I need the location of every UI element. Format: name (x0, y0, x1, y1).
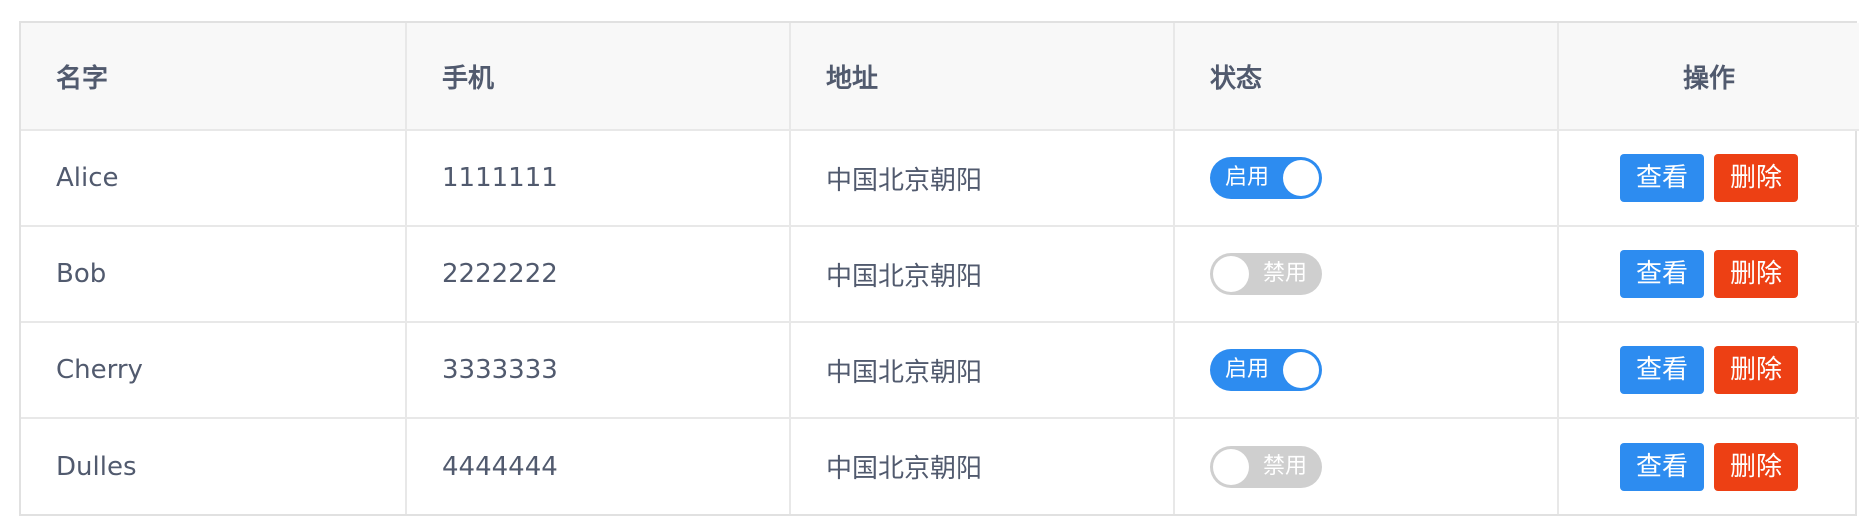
cell-status: 禁用 (1173, 225, 1559, 323)
column-header-address: 地址 (789, 23, 1175, 131)
status-toggle[interactable]: 禁用 (1210, 445, 1322, 488)
cell-actions: 查看 删除 (1557, 129, 1859, 227)
table-row: Alice 1111111 中国北京朝阳 启用 查看 删除 (21, 129, 1859, 227)
view-button[interactable]: 查看 (1619, 250, 1704, 298)
column-header-phone: 手机 (405, 23, 791, 131)
status-toggle[interactable]: 启用 (1210, 349, 1322, 391)
delete-button[interactable]: 删除 (1714, 154, 1799, 202)
cell-name: Cherry (21, 321, 407, 419)
cell-address: 中国北京朝阳 (789, 129, 1175, 227)
status-toggle-label: 禁用 (1262, 261, 1307, 286)
status-toggle[interactable]: 禁用 (1210, 253, 1322, 295)
column-header-actions: 操作 (1557, 23, 1859, 131)
cell-phone: 4444444 (405, 417, 791, 514)
status-toggle-label: 启用 (1225, 357, 1270, 382)
table-row: Bob 2222222 中国北京朝阳 禁用 查看 删除 (21, 225, 1859, 323)
user-table: 名字 手机 地址 状态 操作 Alice 1111111 中国北京朝阳 启用 查… (19, 21, 1859, 516)
cell-address: 中国北京朝阳 (789, 225, 1175, 323)
table-header-row: 名字 手机 地址 状态 操作 (21, 23, 1859, 131)
delete-button[interactable]: 删除 (1714, 442, 1799, 491)
cell-phone: 3333333 (405, 321, 791, 419)
toggle-knob (1283, 160, 1319, 196)
cell-phone: 2222222 (405, 225, 791, 323)
cell-status: 禁用 (1173, 417, 1559, 514)
view-button[interactable]: 查看 (1619, 346, 1704, 394)
cell-address: 中国北京朝阳 (789, 417, 1175, 514)
cell-actions: 查看 删除 (1557, 225, 1859, 323)
status-toggle[interactable]: 启用 (1210, 157, 1322, 199)
view-button[interactable]: 查看 (1619, 442, 1704, 491)
view-button[interactable]: 查看 (1619, 154, 1704, 202)
delete-button[interactable]: 删除 (1714, 250, 1799, 298)
table-row: Dulles 4444444 中国北京朝阳 禁用 查看 删除 (21, 417, 1859, 514)
cell-name: Bob (21, 225, 407, 323)
toggle-knob (1283, 352, 1319, 388)
cell-address: 中国北京朝阳 (789, 321, 1175, 419)
data-table: 名字 手机 地址 状态 操作 Alice 1111111 中国北京朝阳 启用 查… (21, 23, 1859, 514)
table-row: Cherry 3333333 中国北京朝阳 启用 查看 删除 (21, 321, 1859, 419)
toggle-knob (1213, 256, 1249, 292)
column-header-status: 状态 (1173, 23, 1559, 131)
cell-status: 启用 (1173, 129, 1559, 227)
toggle-knob (1213, 448, 1249, 485)
cell-name: Dulles (21, 417, 407, 514)
cell-actions: 查看 删除 (1557, 417, 1859, 514)
delete-button[interactable]: 删除 (1714, 346, 1799, 394)
cell-status: 启用 (1173, 321, 1559, 419)
status-toggle-label: 禁用 (1262, 453, 1307, 479)
cell-phone: 1111111 (405, 129, 791, 227)
column-header-name: 名字 (21, 23, 407, 131)
cell-name: Alice (21, 129, 407, 227)
cell-actions: 查看 删除 (1557, 321, 1859, 419)
status-toggle-label: 启用 (1225, 165, 1270, 190)
